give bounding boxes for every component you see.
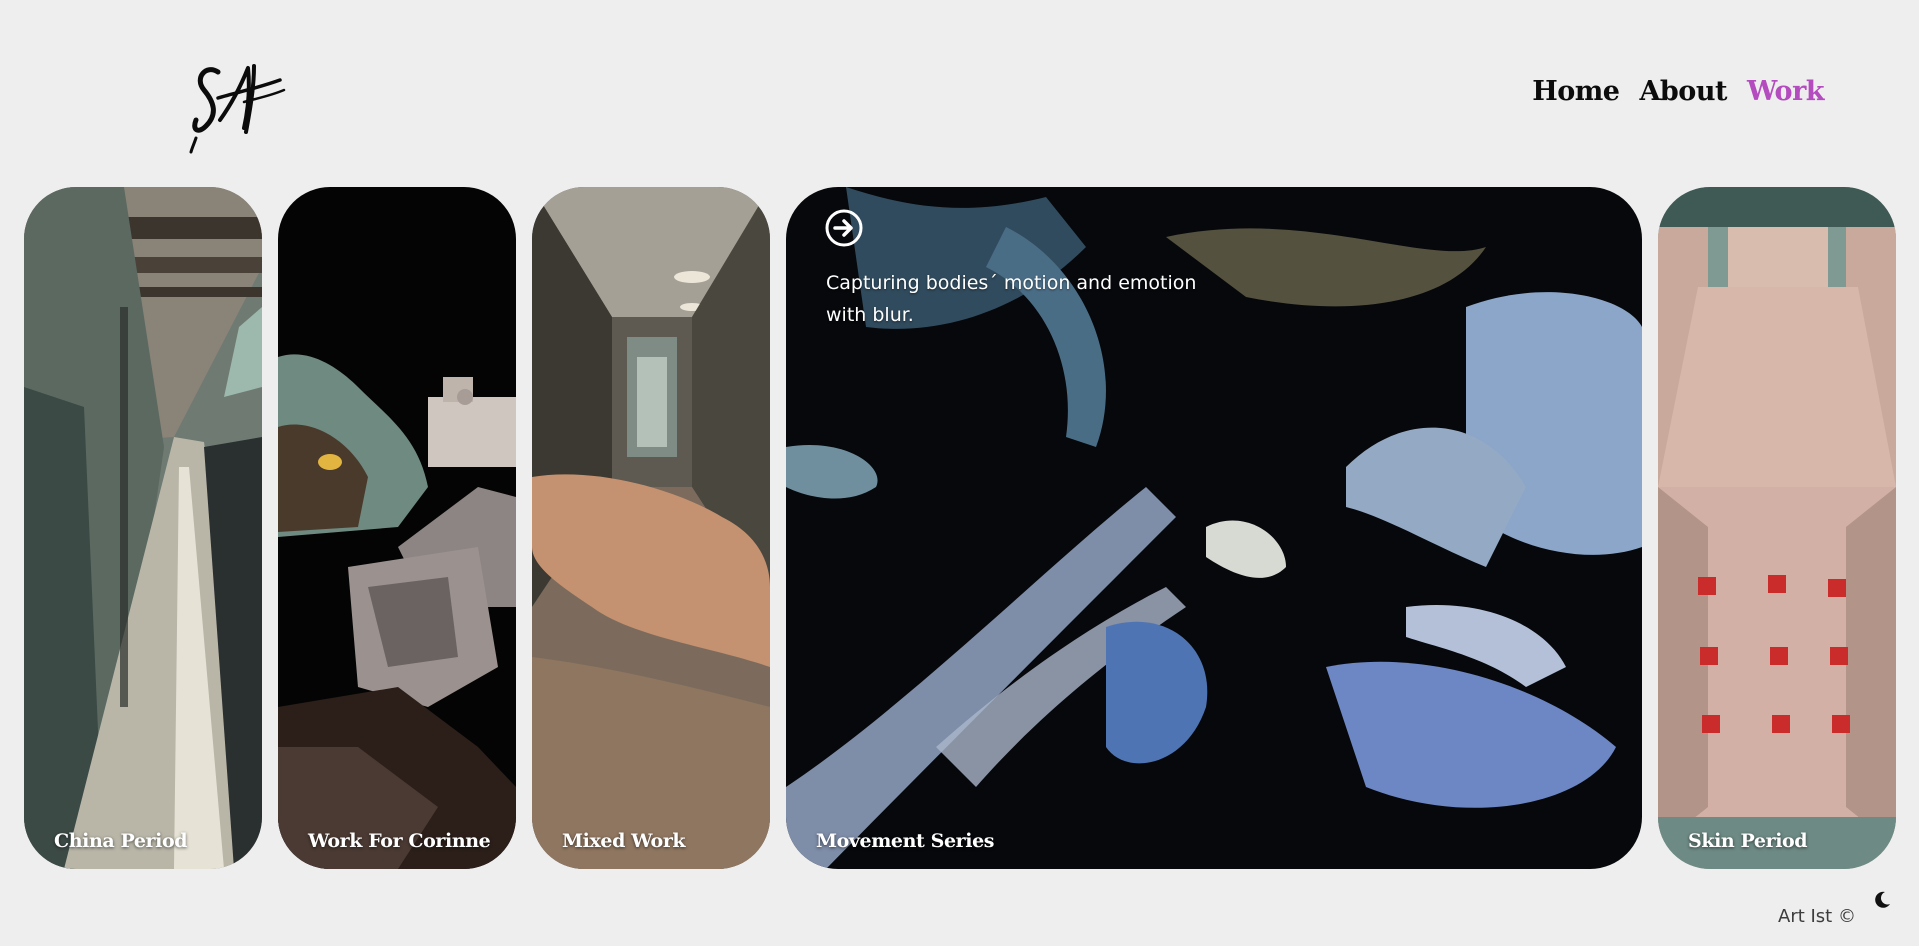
moon-icon[interactable] xyxy=(1872,890,1892,910)
signature-logo[interactable] xyxy=(188,58,288,154)
nav-home[interactable]: Home xyxy=(1532,72,1620,112)
card-label: Work For Corinne xyxy=(308,830,491,852)
skin-period-artwork xyxy=(1658,187,1896,869)
nav-work[interactable]: Work xyxy=(1747,72,1825,112)
china-period-artwork xyxy=(24,187,262,869)
main-nav: Home About Work xyxy=(1532,72,1824,112)
card-label: China Period xyxy=(54,830,188,852)
arrow-circle-right-icon[interactable] xyxy=(825,209,863,247)
mixed-work-artwork xyxy=(532,187,770,869)
card-mixed-work[interactable]: Mixed Work xyxy=(532,187,770,869)
card-label: Skin Period xyxy=(1688,830,1808,852)
card-skin-period[interactable]: Skin Period xyxy=(1658,187,1896,869)
card-movement-series[interactable]: Capturing bodies´ motion and emotion wit… xyxy=(786,187,1642,869)
card-label: Movement Series xyxy=(816,830,995,852)
card-description: Capturing bodies´ motion and emotion wit… xyxy=(826,272,1197,326)
work-for-corinne-artwork xyxy=(278,187,516,869)
card-work-for-corinne[interactable]: Work For Corinne xyxy=(278,187,516,869)
nav-about[interactable]: About xyxy=(1639,72,1727,112)
card-china-period[interactable]: China Period xyxy=(24,187,262,869)
card-label: Mixed Work xyxy=(562,830,686,852)
footer-copyright: Art Ist © xyxy=(1778,906,1856,927)
